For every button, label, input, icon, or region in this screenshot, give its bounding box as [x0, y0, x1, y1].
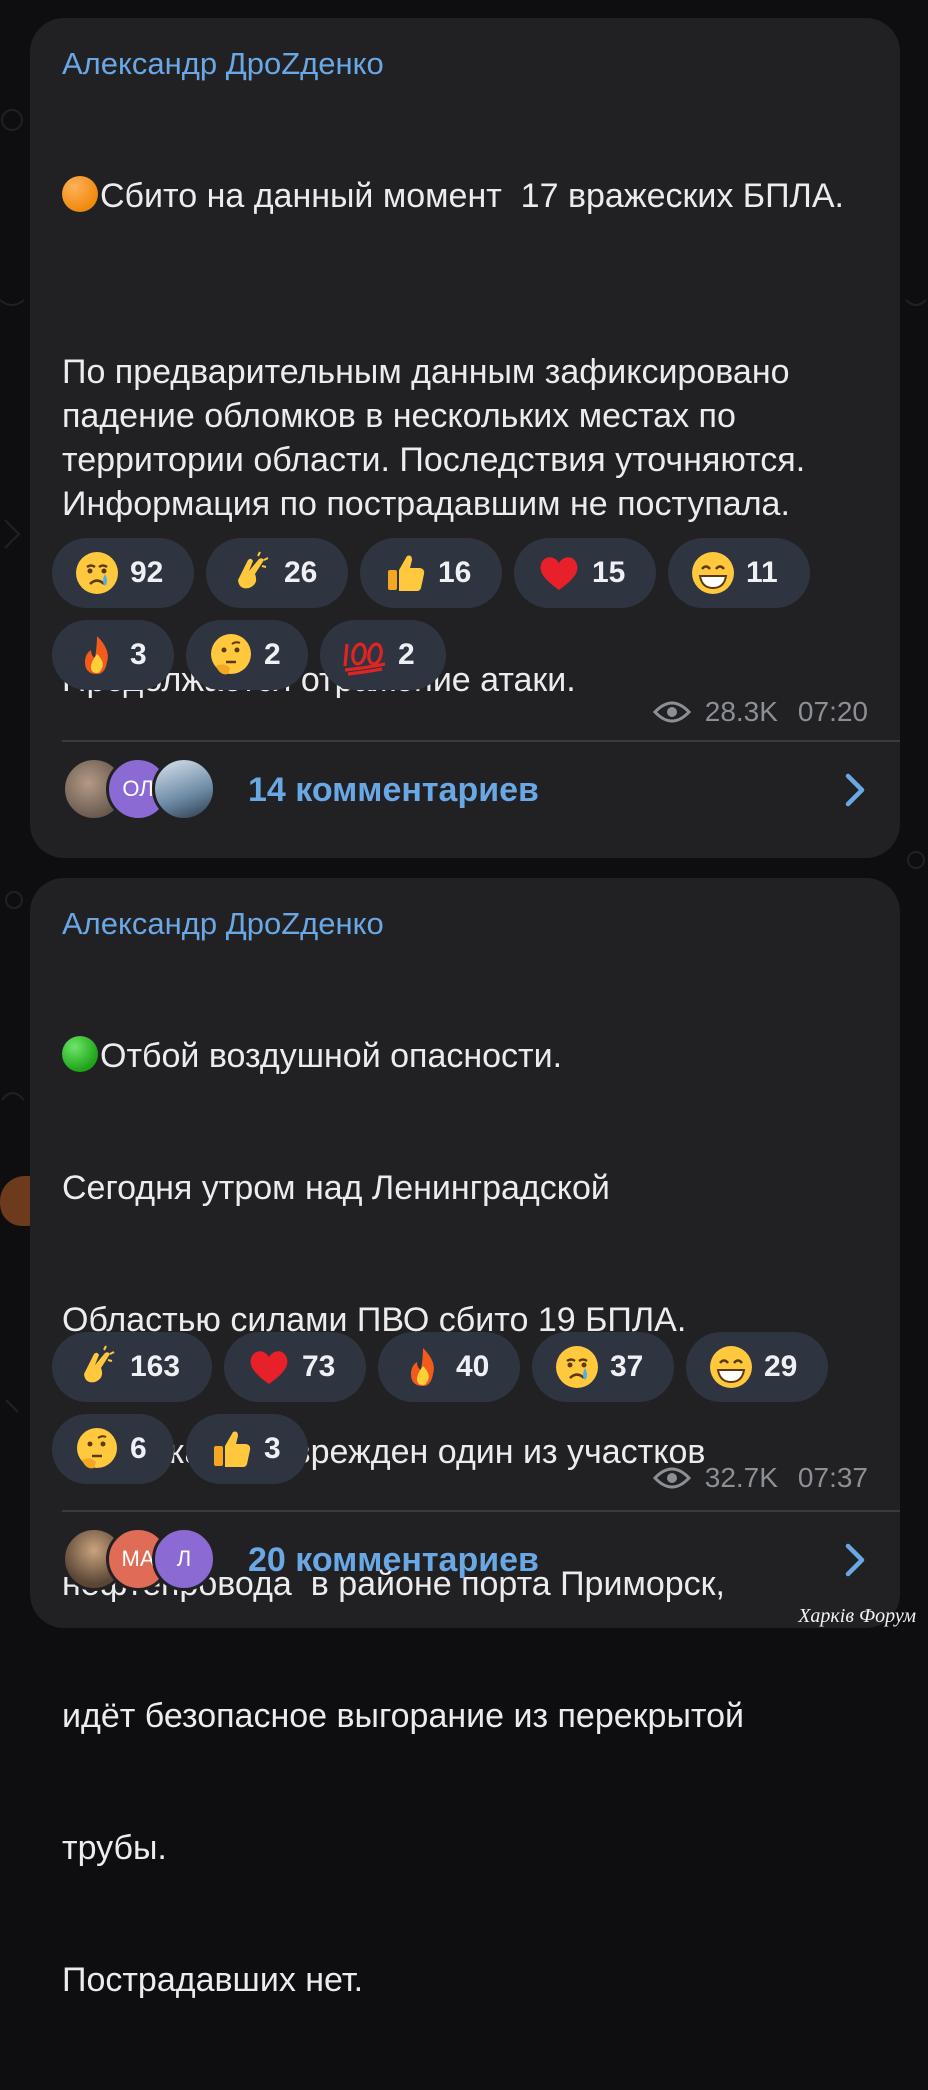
fire-icon	[400, 1344, 446, 1390]
reaction-count: 11	[746, 556, 778, 589]
avatar: Л	[152, 1527, 216, 1591]
reaction-chip[interactable]: 11	[668, 538, 810, 608]
crying-face-icon	[554, 1344, 600, 1390]
reaction-chip[interactable]: 3	[52, 620, 174, 690]
views-eye-icon	[652, 701, 691, 723]
reaction-chip[interactable]: 2	[320, 620, 446, 690]
thumbs-up-icon	[382, 550, 428, 596]
reaction-chip[interactable]: 29	[686, 1332, 828, 1402]
views-eye-icon	[652, 1467, 691, 1489]
reaction-chip[interactable]: 40	[378, 1332, 520, 1402]
avatar-initials: ОЛ	[122, 776, 154, 801]
post-line: Пострадавших нет.	[62, 1961, 364, 1999]
reaction-count: 29	[764, 1350, 798, 1383]
clapping-hands-icon	[228, 550, 274, 596]
comments-count-label[interactable]: 14 комментариев	[248, 771, 840, 810]
reaction-chip[interactable]: 15	[514, 538, 656, 608]
reaction-count: 163	[130, 1350, 181, 1383]
green-circle-icon	[62, 1036, 98, 1072]
reaction-count: 92	[130, 556, 164, 589]
chevron-right-icon[interactable]	[840, 770, 870, 810]
comments-link[interactable]: МА Л 20 комментариев	[62, 1520, 870, 1600]
red-heart-icon	[536, 550, 582, 596]
post-author[interactable]: Александр ДроZденко	[62, 904, 870, 944]
chevron-right-icon[interactable]	[840, 1540, 870, 1580]
post-author[interactable]: Александр ДроZденко	[62, 44, 870, 84]
divider	[62, 1510, 900, 1512]
reaction-count: 15	[592, 556, 626, 589]
reaction-count: 3	[130, 638, 147, 671]
red-heart-icon	[246, 1344, 292, 1390]
reaction-chip[interactable]: 26	[206, 538, 348, 608]
reaction-count: 73	[302, 1350, 336, 1383]
reaction-chip[interactable]: 16	[360, 538, 502, 608]
reaction-count: 3	[264, 1432, 281, 1465]
grinning-face-icon	[690, 550, 736, 596]
thumbs-up-icon	[208, 1426, 254, 1472]
comments-count-label[interactable]: 20 комментариев	[248, 1541, 840, 1580]
fire-icon	[74, 632, 120, 678]
post-text: Отбой воздушной опасности. Сегодня утром…	[62, 946, 870, 2090]
reaction-count: 37	[610, 1350, 644, 1383]
reaction-count: 40	[456, 1350, 490, 1383]
post-paragraph: По предварительным данным зафиксировано …	[62, 353, 815, 523]
post-line: трубы.	[62, 1829, 167, 1867]
reaction-chip[interactable]: 73	[224, 1332, 366, 1402]
post-line: Отбой воздушной опасности.	[100, 1037, 563, 1075]
post-text: Сбито на данный момент 17 вражеских БПЛА…	[62, 86, 870, 790]
commenter-avatars: ОЛ	[62, 755, 222, 825]
avatar-initials: МА	[121, 1546, 155, 1571]
reaction-chip[interactable]: 6	[52, 1414, 174, 1484]
commenter-avatars: МА Л	[62, 1525, 222, 1595]
reaction-chip[interactable]: 92	[52, 538, 194, 608]
post-meta: 32.7K 07:37	[652, 1462, 868, 1494]
reaction-count: 6	[130, 1432, 147, 1465]
grinning-face-icon	[708, 1344, 754, 1390]
reaction-count: 2	[398, 638, 415, 671]
channel-post[interactable]: Александр ДроZденко Отбой воздушной опас…	[30, 878, 900, 1999]
reaction-chip[interactable]: 37	[532, 1332, 674, 1402]
avatar-initials: Л	[176, 1546, 192, 1571]
crying-face-icon	[74, 550, 120, 596]
thinking-face-icon	[74, 1426, 120, 1472]
reaction-chip[interactable]: 2	[186, 620, 308, 690]
watermark: Харків Форум	[798, 1605, 916, 1627]
post-time: 07:37	[797, 1462, 868, 1493]
post-line: Сегодня утром над Ленинградской	[62, 1169, 610, 1207]
thinking-face-icon	[208, 632, 254, 678]
post-line: идёт безопасное выгорание из перекрытой	[62, 1697, 744, 1735]
divider	[62, 740, 900, 742]
reaction-chip[interactable]: 3	[186, 1414, 308, 1484]
reaction-count: 2	[264, 638, 281, 671]
reaction-chip[interactable]: 163	[52, 1332, 212, 1402]
orange-circle-icon	[62, 176, 98, 212]
hundred-points-icon	[342, 632, 388, 678]
post-paragraph: Сбито на данный момент 17 вражеских БПЛА…	[100, 177, 844, 215]
avatar	[152, 757, 216, 821]
post-meta: 28.3K 07:20	[652, 696, 868, 728]
views-count: 32.7K	[704, 1462, 778, 1493]
reaction-count: 26	[284, 556, 318, 589]
channel-post[interactable]: Александр ДроZденко Сбито на данный моме…	[30, 18, 900, 858]
comments-link[interactable]: ОЛ 14 комментариев	[62, 750, 870, 830]
reaction-count: 16	[438, 556, 472, 589]
clapping-hands-icon	[74, 1344, 120, 1390]
post-time: 07:20	[797, 696, 868, 727]
views-count: 28.3K	[704, 696, 778, 727]
